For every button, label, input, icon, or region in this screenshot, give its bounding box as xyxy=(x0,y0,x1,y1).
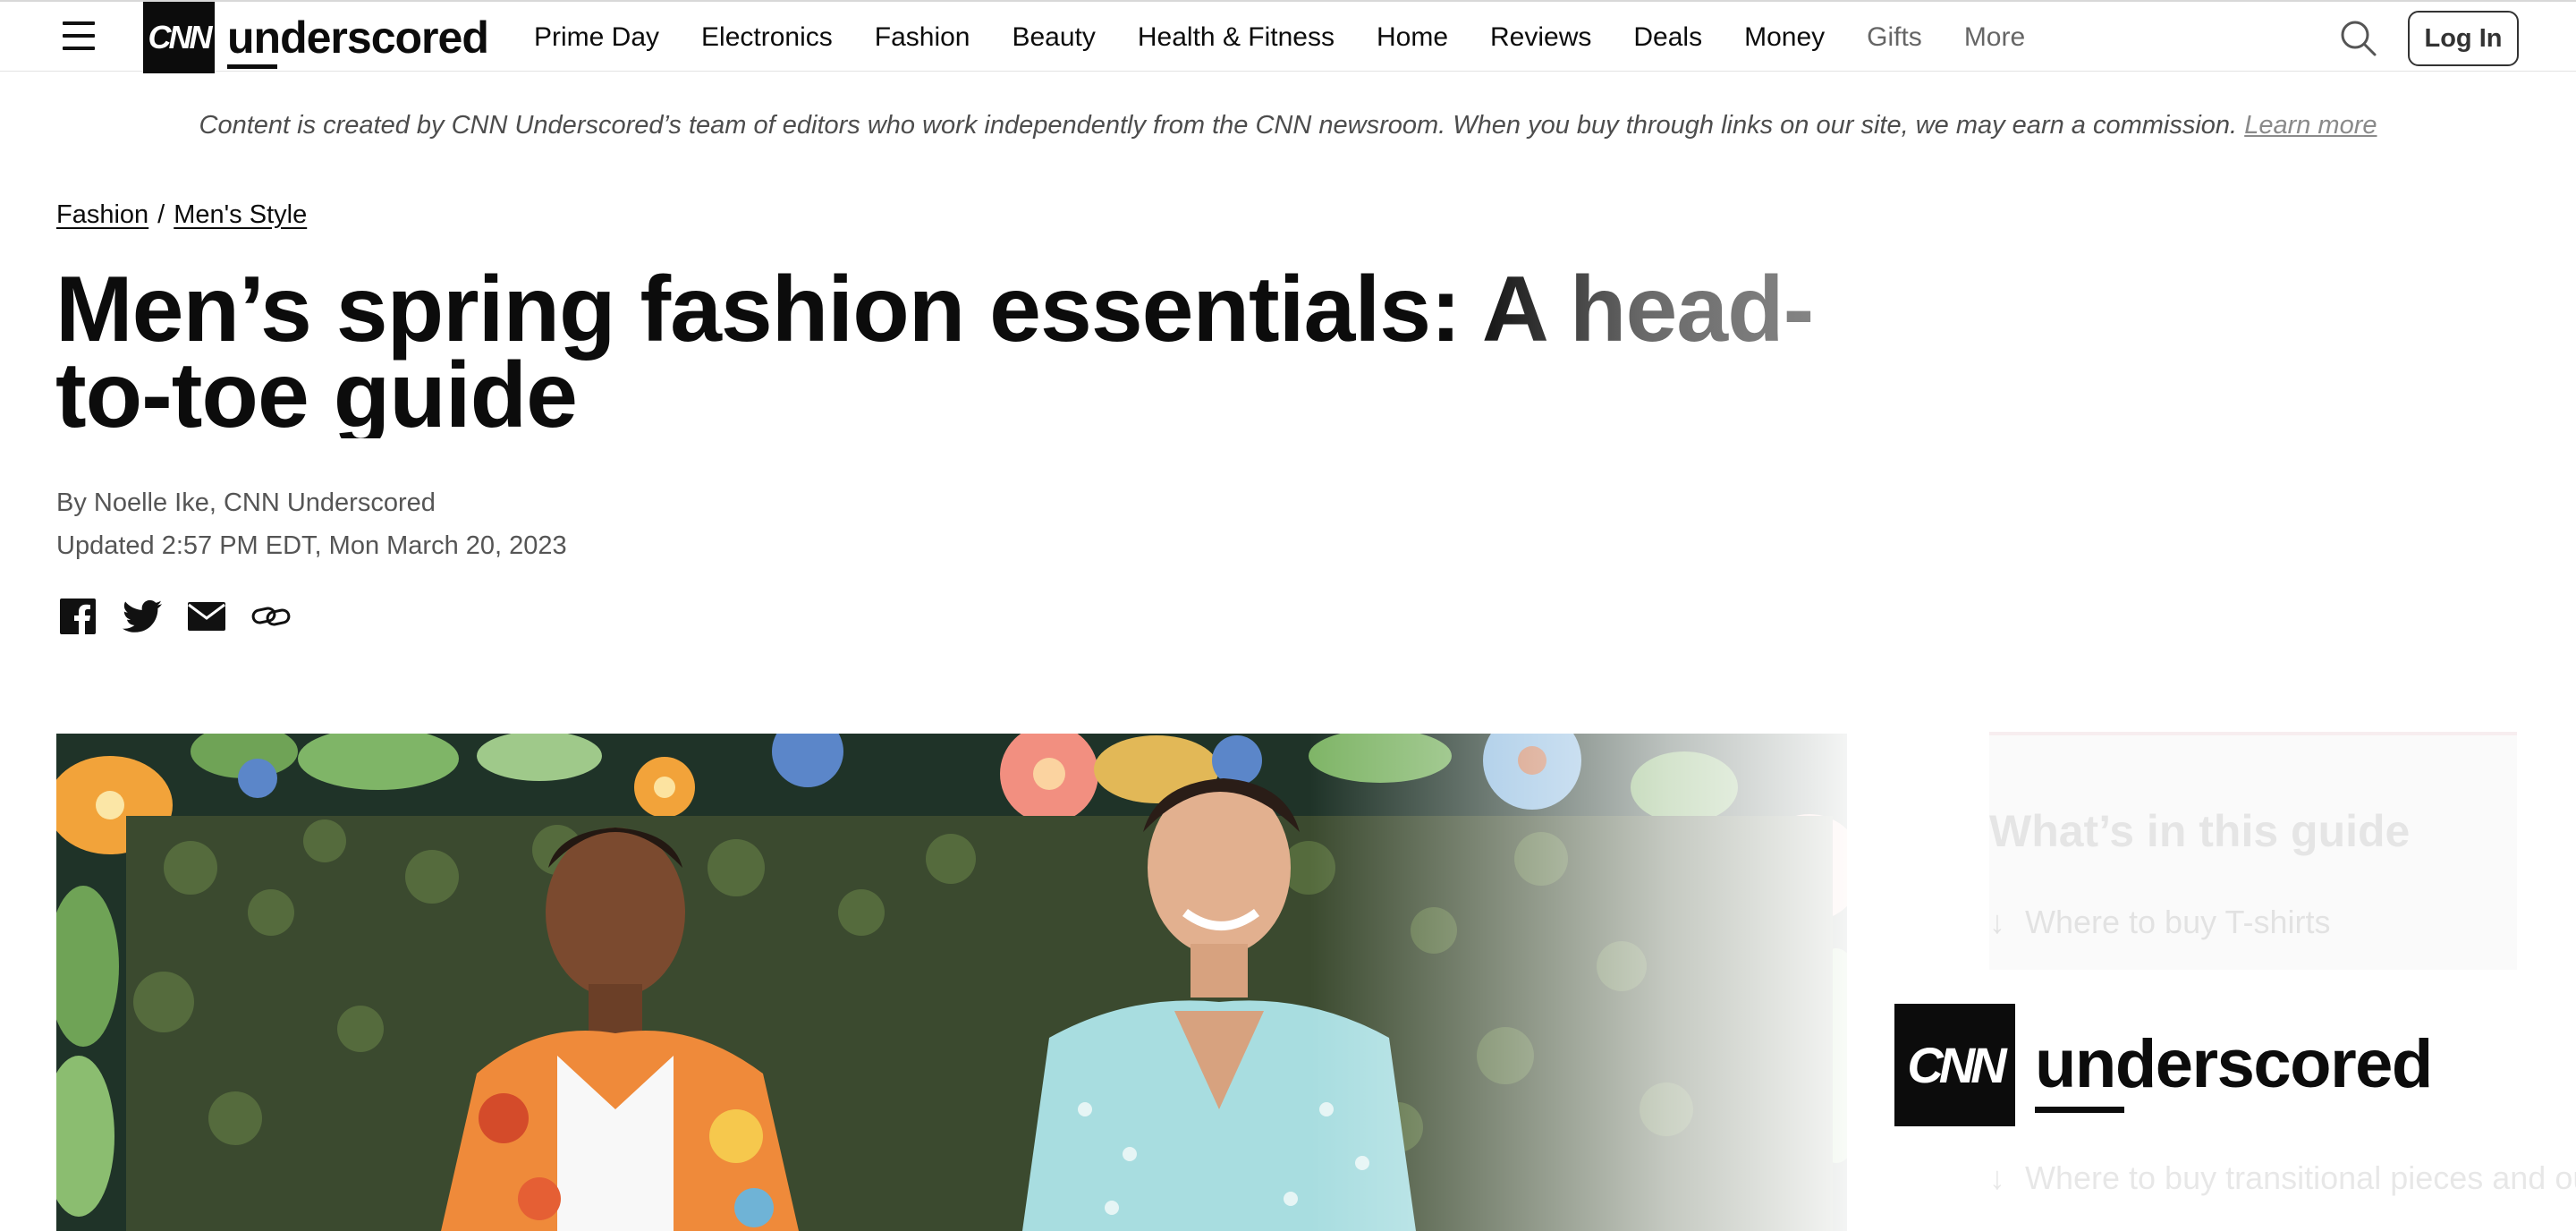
email-icon[interactable] xyxy=(186,596,227,637)
toc-title: What’s in this guide xyxy=(1989,806,2411,856)
nav-link-fashion[interactable]: Fashion xyxy=(875,22,970,53)
nav-link-deals[interactable]: Deals xyxy=(1633,22,1702,53)
affiliate-disclaimer: Content is created by CNN Underscored’s … xyxy=(0,111,2576,140)
nav-link-home[interactable]: Home xyxy=(1377,22,1448,53)
article-headline: Men’s spring fashion essentials: A head-… xyxy=(55,263,1862,442)
nav-link-beauty[interactable]: Beauty xyxy=(1012,22,1095,53)
underscored-logo: CNN underscored xyxy=(1894,1002,2433,1127)
nav-link-money[interactable]: Money xyxy=(1744,22,1825,53)
breadcrumb: Fashion / Men's Style xyxy=(56,200,307,230)
breadcrumb-separator: / xyxy=(157,200,165,229)
article-byline: By Noelle Ike, CNN Underscored xyxy=(56,488,436,517)
top-navigation: CNN underscored Prime Day Electronics Fa… xyxy=(0,0,2576,73)
toc-item-tshirts[interactable]: ↓ Where to buy T-shirts xyxy=(1989,904,2330,941)
search-icon[interactable] xyxy=(2338,18,2379,59)
twitter-icon[interactable] xyxy=(122,596,163,637)
nav-link-more[interactable]: More xyxy=(1964,22,2025,53)
toc-item-label: Where to buy T-shirts xyxy=(2025,904,2331,940)
disclaimer-text: Content is created by CNN Underscored’s … xyxy=(199,111,2238,140)
cnn-logo-mark: CNN xyxy=(143,2,215,73)
hero-image xyxy=(56,734,1847,1231)
section-nav: Prime Day Electronics Fashion Beauty Hea… xyxy=(534,2,2067,73)
menu-icon[interactable] xyxy=(63,21,95,52)
underscored-wordmark: underscored xyxy=(2035,1026,2433,1113)
toc-item-outerwear[interactable]: ↓ Where to buy transitional pieces and ou… xyxy=(1989,1159,2576,1197)
nav-link-electronics[interactable]: Electronics xyxy=(701,22,833,53)
nav-link-prime-day[interactable]: Prime Day xyxy=(534,22,659,53)
nav-link-health-fitness[interactable]: Health & Fitness xyxy=(1138,22,1335,53)
hero-fade-overlay xyxy=(56,734,1847,1231)
facebook-icon[interactable] xyxy=(57,596,98,637)
breadcrumb-mens-style[interactable]: Men's Style xyxy=(174,200,307,229)
breadcrumb-fashion[interactable]: Fashion xyxy=(56,200,148,229)
sidebar: What’s in this guide ↓ Where to buy T-shi… xyxy=(1882,732,2576,1231)
site-logo[interactable]: CNN underscored xyxy=(143,2,489,73)
toc-item-label: Where to buy transitional pieces and out… xyxy=(2025,1159,2576,1196)
article-timestamp: Updated 2:57 PM EDT, Mon March 20, 2023 xyxy=(56,531,567,560)
share-bar xyxy=(57,596,315,637)
nav-link-reviews[interactable]: Reviews xyxy=(1490,22,1591,53)
login-button[interactable]: Log In xyxy=(2408,11,2519,66)
underscored-wordmark: underscored xyxy=(227,13,489,69)
cnn-logo-mark: CNN xyxy=(1894,1003,2015,1126)
arrow-down-icon: ↓ xyxy=(1989,904,2005,940)
link-icon[interactable] xyxy=(250,596,292,637)
learn-more-link[interactable]: Learn more xyxy=(2244,111,2377,140)
nav-link-gifts[interactable]: Gifts xyxy=(1867,22,1922,53)
arrow-down-icon: ↓ xyxy=(1989,1159,2005,1196)
